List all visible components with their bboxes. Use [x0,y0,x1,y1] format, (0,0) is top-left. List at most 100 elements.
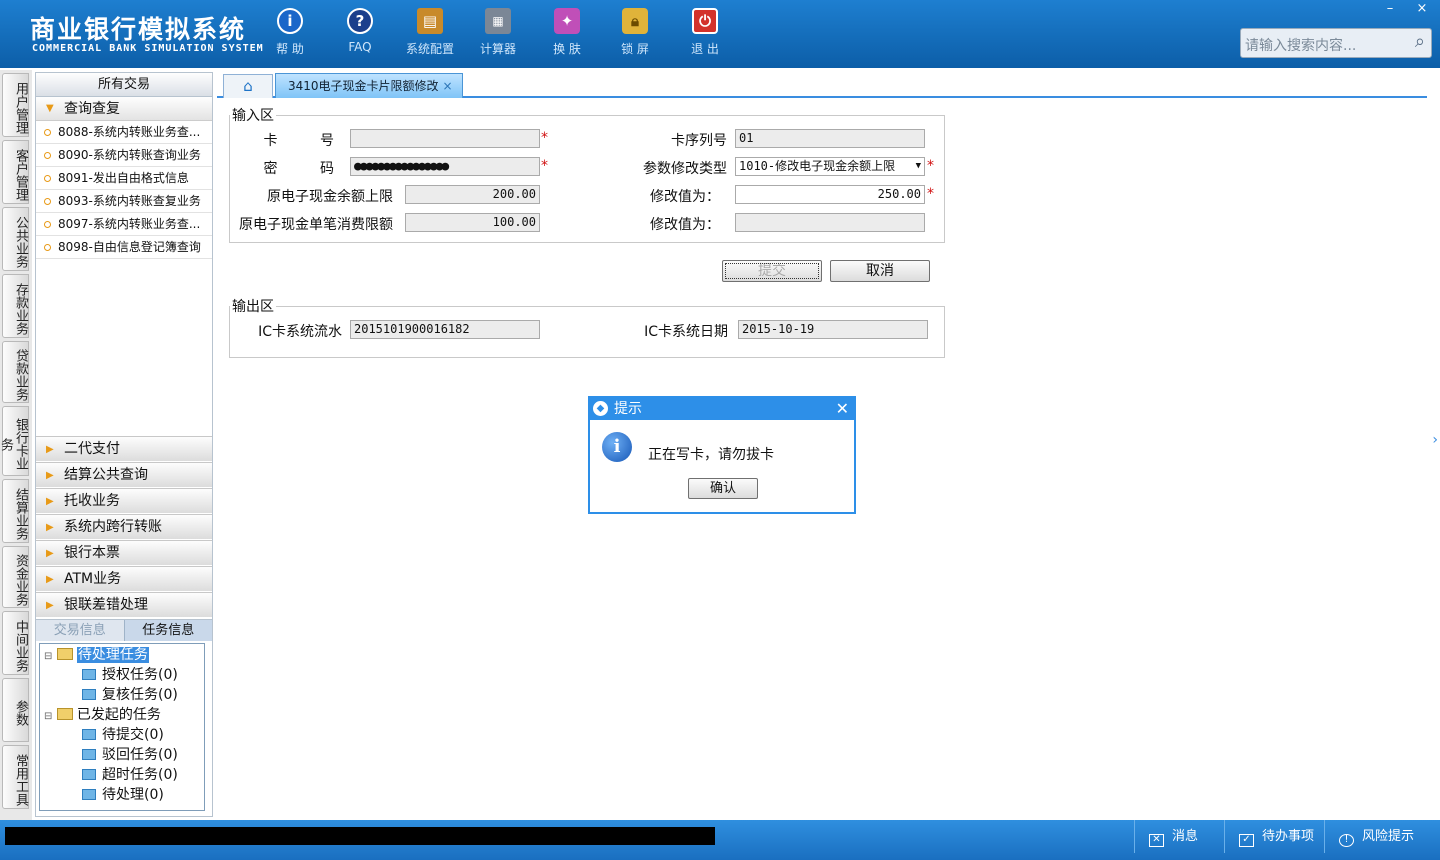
task-icon [82,729,96,740]
required-mark: * [927,158,934,174]
calculator-icon: ▦ [485,8,511,34]
submit-button[interactable]: 提交 [722,260,822,282]
password-field[interactable]: ●●●●●●●●●●●●●●●● [350,157,540,176]
close-tab-icon[interactable]: × [443,79,453,93]
side-tab-customer-mgmt[interactable]: 客户管理 [2,140,29,204]
group-query-reply[interactable]: ▼ 查询查复 [36,97,212,121]
system-config-button[interactable]: ▤ 系统配置 [400,8,460,57]
tree-node-initiated[interactable]: ⊟ 已发起的任务 [44,706,161,724]
tab-card-limit-modify[interactable]: 3410电子现金卡片限额修改 × [275,73,463,98]
group-collection[interactable]: ▶ 托收业务 [36,488,212,513]
list-item[interactable]: 8098-自由信息登记簿查询 [36,236,212,259]
cancel-button[interactable]: 取消 [830,260,930,282]
ok-button[interactable]: 确认 [688,478,758,499]
card-no-field[interactable] [350,129,540,148]
tab-transaction-info[interactable]: 交易信息 [36,620,124,641]
group-cnaps2[interactable]: ▶ 二代支付 [36,436,212,461]
modify-value-field[interactable]: 250.00 [735,185,925,204]
side-tab-params[interactable]: 参数 [2,678,29,742]
bullet-icon [44,198,51,205]
modify-value2-field [735,213,925,232]
bullet-icon [44,244,51,251]
tree-node-to-submit[interactable]: 待提交(0) [82,726,164,744]
group-cashier-order[interactable]: ▶ 银行本票 [36,540,212,565]
tree-node-pending[interactable]: ⊟ 待处理任务 [44,646,149,664]
bullet-icon [44,175,51,182]
info-subtabs: 交易信息 任务信息 [36,619,212,641]
group-unionpay-error[interactable]: ▶ 银联差错处理 [36,592,212,617]
close-window-button[interactable]: × [1408,0,1436,18]
search-icon[interactable]: ⌕ [1415,31,1425,52]
list-item[interactable]: 8091-发出自由格式信息 [36,167,212,190]
dropdown-arrow-icon[interactable]: ▼ [916,159,921,174]
dialog-message: 正在写卡，请勿拔卡 [648,447,774,463]
power-icon: ⏻ [692,8,718,34]
task-icon [82,769,96,780]
modify-value-label: 修改值为： [650,189,720,205]
required-mark: * [927,186,934,202]
side-tab-settlement[interactable]: 结算业务 [2,479,29,543]
lock-screen-button[interactable]: 🔒︎ 锁 屏 [605,8,665,57]
faq-button[interactable]: ? FAQ [330,8,390,54]
lock-icon: 🔒︎ [622,8,648,34]
info-icon: i [602,432,632,462]
bullet-icon [44,152,51,159]
help-button[interactable]: i 帮 助 [260,8,320,57]
expand-right-icon[interactable]: › [1432,432,1438,448]
config-toolbox-icon: ▤ [417,8,443,34]
collapse-icon[interactable]: ⊟ [44,651,52,662]
tree-node-review[interactable]: 复核任务(0) [82,686,178,704]
side-tab-deposit[interactable]: 存款业务 [2,274,29,338]
group-settlement-query[interactable]: ▶ 结算公共查询 [36,462,212,487]
status-bar: ✕ 消息 ✓ 待办事项 ! 风险提示 [0,820,1440,860]
list-item[interactable]: 8097-系统内转账业务查... [36,213,212,236]
modify-value2-label: 修改值为： [650,217,720,233]
side-tab-public[interactable]: 公共业务 [2,207,29,271]
side-tab-fund[interactable]: 资金业务 [2,546,29,608]
group-atm[interactable]: ▶ ATM业务 [36,566,212,591]
card-seq-field: 01 [735,129,925,148]
tree-node-auth[interactable]: 授权任务(0) [82,666,178,684]
tab-bar: ⌂ 3410电子现金卡片限额修改 × [217,72,1427,98]
bullet-icon [44,129,51,136]
todo-button[interactable]: ✓ 待办事项 [1224,820,1324,853]
minimize-button[interactable]: – [1376,0,1404,18]
risk-alert-button[interactable]: ! 风险提示 [1324,820,1440,853]
collapse-icon[interactable]: ⊟ [44,711,52,722]
orig-balance-limit-field: 200.00 [405,185,540,204]
caret-right-icon: ▶ [46,496,54,507]
list-item[interactable]: 8093-系统内转账查复业务 [36,190,212,213]
card-no-label: 卡 号 [263,133,342,149]
orig-single-limit-field: 100.00 [405,213,540,232]
tree-node-to-process[interactable]: 待处理(0) [82,786,164,804]
tab-task-info[interactable]: 任务信息 [123,620,212,641]
side-tab-user-mgmt[interactable]: 用户管理 [2,73,29,137]
side-tab-bankcard[interactable]: 银行卡业务 [0,406,29,476]
required-mark: * [541,158,548,174]
search-input[interactable]: 请输入搜索内容... ⌕ [1240,28,1432,58]
group-interbank-transfer[interactable]: ▶ 系统内跨行转账 [36,514,212,539]
caret-right-icon: ▶ [46,444,54,455]
calculator-button[interactable]: ▦ 计算器 [468,8,528,57]
tab-home[interactable]: ⌂ [223,74,273,98]
tree-node-timeout[interactable]: 超时任务(0) [82,766,178,784]
list-item[interactable]: 8090-系统内转账查询业务 [36,144,212,167]
tree-node-rejected[interactable]: 驳回任务(0) [82,746,178,764]
side-tab-tools[interactable]: 常用工具 [2,745,29,809]
exit-button[interactable]: ⏻ 退 出 [675,8,735,57]
orig-single-limit-label: 原电子现金单笔消费限额 [239,217,393,233]
messages-button[interactable]: ✕ 消息 [1134,820,1224,853]
side-tab-intermediary[interactable]: 中间业务 [2,611,29,675]
dialog-close-icon[interactable]: ✕ [836,398,849,420]
task-icon [82,689,96,700]
app-title: 商业银行模拟系统 [30,15,247,44]
change-skin-button[interactable]: ✦ 换 肤 [537,8,597,57]
card-seq-label: 卡序列号 [671,133,727,149]
app-header: 商业银行模拟系统 COMMERCIAL BANK SIMULATION SYST… [0,0,1440,68]
bullet-icon [44,221,51,228]
task-icon [82,669,96,680]
side-tab-loan[interactable]: 贷款业务 [2,341,29,403]
param-type-select[interactable]: 1010-修改电子现金余额上限 ▼ [735,157,925,176]
list-item[interactable]: 8088-系统内转账业务查... [36,121,212,144]
ic-serial-label: IC卡系统流水 [258,324,342,340]
